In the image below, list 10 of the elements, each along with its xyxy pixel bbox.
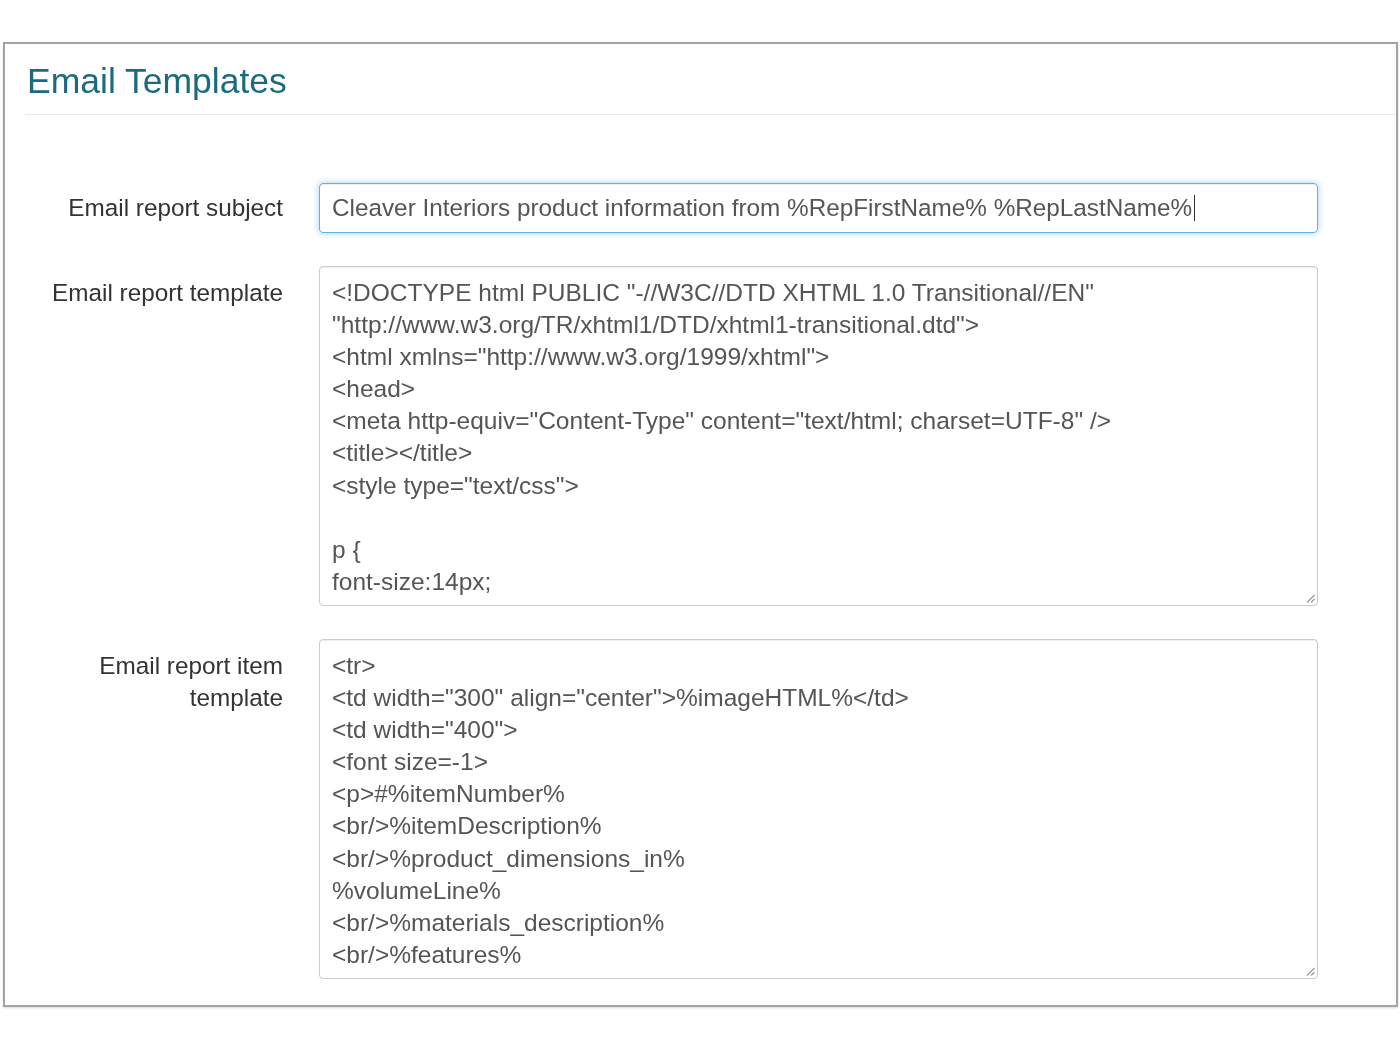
template-textarea[interactable]: <tr> <td width="300" align="center">%imageHTML%</td> <td width="400"> <font size=-1> <p>#%itemNumber% <br/>%itemDescription% <br/>%product_dimensions_in% %volumeLine% <br/>%materials_description% <br/>%features% (319, 639, 1318, 979)
template-textarea[interactable]: <!DOCTYPE html PUBLIC "-//W3C//DTD XHTML 1.0 Transitional//EN" "http://www.w3.org/TR/xhtml1/DTD/xhtml1-transitional.dtd"> <html xmlns="http://www.w3.org/1999/xhtml"> <head> <meta http-equiv="Content-Type" content="text/html; charset=UTF-8" /> <title></title> <style type="text/css"> p { font-size:14px; (319, 266, 1318, 606)
text-cursor-icon (1194, 195, 1196, 221)
subject-input-field[interactable]: Cleaver Interiors product information from %RepFirstName% %RepLastName% (319, 183, 1318, 233)
resize-grip-icon[interactable] (1305, 966, 1315, 976)
field-label: Email report item template (98, 651, 283, 713)
field-label: Email report template (51, 278, 283, 308)
page-title: Email Templates (26, 60, 287, 101)
resize-grip-icon[interactable] (1305, 593, 1315, 603)
field-label: Email report subject (67, 193, 283, 223)
